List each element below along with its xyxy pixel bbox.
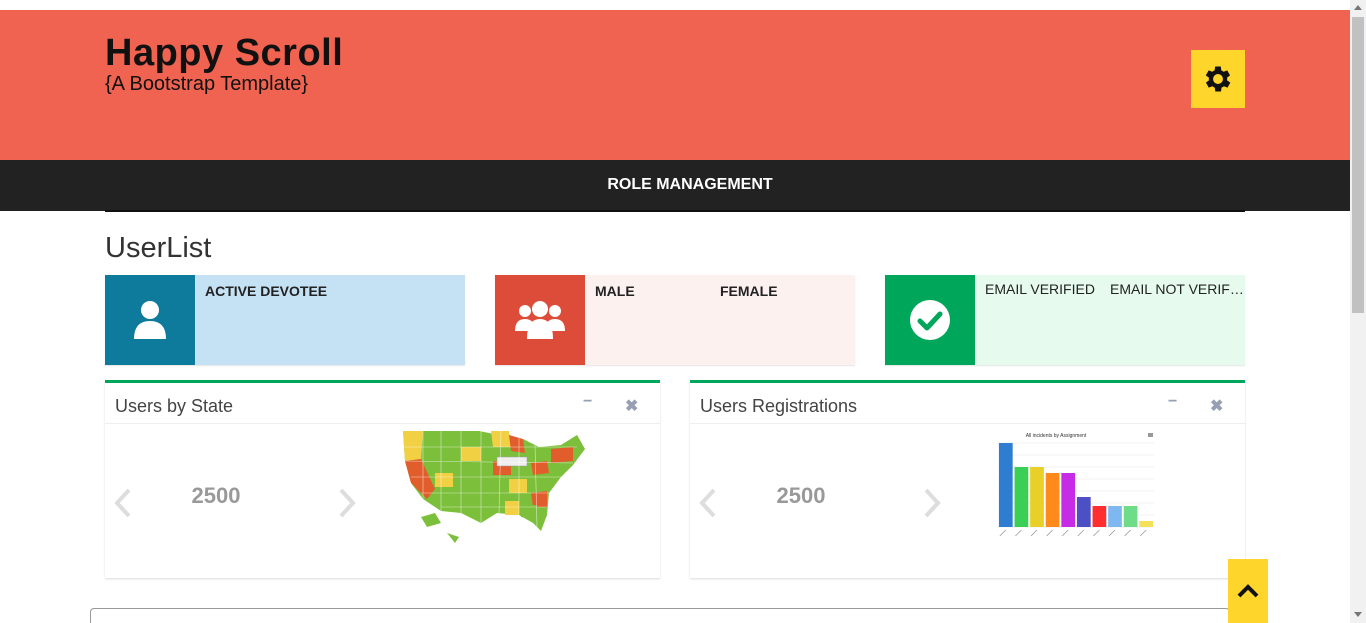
stat-label-active-devotee: ACTIVE DEVOTEE <box>205 283 328 299</box>
chevron-right-icon[interactable] <box>337 488 357 518</box>
panel-users-by-state: Users by State − ✖ 2500 <box>105 380 660 578</box>
panel-header: Users by State − ✖ <box>105 383 660 424</box>
scrollbar-thumb[interactable] <box>1352 17 1364 313</box>
stat-box-active-devotee: ACTIVE DEVOTEE <box>105 275 465 365</box>
users-group-icon <box>515 301 565 339</box>
chart-bar[interactable] <box>1076 497 1091 527</box>
chart-x-tick-label <box>1139 529 1147 537</box>
panel-header: Users Registrations − ✖ <box>690 383 1245 424</box>
registrations-bar-chart[interactable]: All incidents by Assignment <box>980 429 1160 549</box>
chart-menu-icon[interactable] <box>1148 433 1153 437</box>
top-strip <box>0 0 1350 10</box>
chart-x-tick-label <box>1093 529 1100 537</box>
chart-bar[interactable] <box>1030 467 1044 527</box>
chart-bar[interactable] <box>1045 473 1060 527</box>
page-title: UserList <box>105 232 212 264</box>
chart-bar[interactable] <box>1014 467 1029 527</box>
stat-icon-box <box>495 275 585 365</box>
stat-body: ACTIVE DEVOTEE <box>195 275 465 365</box>
main-navbar: ROLE MANAGEMENT <box>0 160 1350 211</box>
site-header: Happy Scroll {A Bootstrap Template} <box>0 10 1350 160</box>
stat-label-female: FEMALE <box>720 283 778 299</box>
minimize-button[interactable]: − <box>1168 393 1177 411</box>
stat-box-email: EMAIL VERIFIED EMAIL NOT VERIFIED <box>885 275 1245 365</box>
chart-bars <box>998 443 1154 537</box>
chart-x-tick-label <box>1061 529 1069 537</box>
panel-users-registrations: Users Registrations − ✖ 2500 All inciden… <box>690 380 1245 578</box>
brand-subtitle: {A Bootstrap Template} <box>105 73 309 95</box>
scroll-up-arrow-icon[interactable] <box>1354 5 1362 10</box>
chevron-left-icon[interactable] <box>113 488 133 518</box>
chart-x-tick-label <box>1108 529 1116 537</box>
panel-title: Users Registrations <box>700 396 858 416</box>
chart-bar[interactable] <box>998 443 1013 527</box>
us-state-map[interactable] <box>401 427 587 547</box>
chart-title: All incidents by Assignment <box>1026 433 1087 439</box>
stat-icon-box <box>885 275 975 365</box>
chart-x-tick-label <box>1015 529 1022 537</box>
chevron-up-icon <box>1237 584 1259 598</box>
page-scrollbar[interactable] <box>1350 0 1366 623</box>
chart-bar[interactable] <box>1092 506 1107 527</box>
minimize-button[interactable]: − <box>583 393 592 411</box>
panel-value: 2500 <box>776 483 826 508</box>
stat-label-male: MALE <box>595 283 635 299</box>
chart-x-tick-label <box>1077 529 1085 537</box>
chart-x-tick-label <box>1030 529 1038 537</box>
brand-title[interactable]: Happy Scroll <box>105 32 343 75</box>
gear-icon <box>1205 66 1231 92</box>
stat-body: EMAIL VERIFIED EMAIL NOT VERIFIED <box>975 275 1245 365</box>
nav-divider <box>105 210 1245 212</box>
chevron-right-icon[interactable] <box>922 488 942 518</box>
scroll-down-arrow-icon[interactable] <box>1354 612 1362 617</box>
close-button[interactable]: ✖ <box>1210 396 1223 416</box>
chart-bar[interactable] <box>1123 506 1138 527</box>
scroll-to-top-button[interactable] <box>1228 559 1268 623</box>
panel-title: Users by State <box>115 396 234 416</box>
panel-value: 2500 <box>191 483 241 508</box>
chart-bar[interactable] <box>1108 506 1122 527</box>
chart-bar[interactable] <box>1061 473 1076 527</box>
stat-label-email-not-verified: EMAIL NOT VERIFIED <box>1110 281 1245 297</box>
close-button[interactable]: ✖ <box>625 396 638 416</box>
stat-label-email-verified: EMAIL VERIFIED <box>985 281 1095 297</box>
user-icon <box>134 301 166 339</box>
settings-button[interactable] <box>1191 50 1245 108</box>
chart-x-tick-label <box>1124 529 1131 537</box>
stat-body: MALE FEMALE <box>585 275 855 365</box>
chart-x-tick-label <box>1046 529 1053 537</box>
chart-bar[interactable] <box>1139 521 1154 527</box>
check-circle-icon <box>910 300 950 340</box>
bottom-panel <box>90 608 1230 623</box>
nav-item-role-management[interactable]: ROLE MANAGEMENT <box>0 176 1366 194</box>
stat-box-gender: MALE FEMALE <box>495 275 855 365</box>
chevron-left-icon[interactable] <box>698 488 718 518</box>
stat-icon-box <box>105 275 195 365</box>
chart-x-tick-label <box>999 529 1007 537</box>
